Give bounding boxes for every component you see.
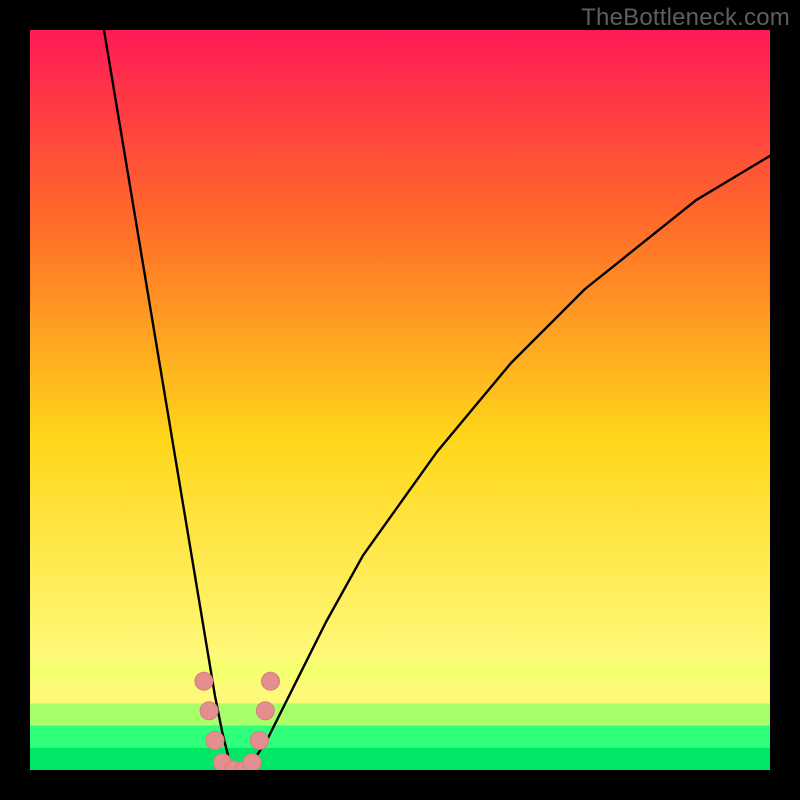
data-marker xyxy=(206,731,224,749)
chart-frame: TheBottleneck.com xyxy=(0,0,800,800)
gradient-band xyxy=(30,748,770,770)
data-marker xyxy=(243,754,261,770)
gradient-band xyxy=(30,726,770,749)
gradient-band xyxy=(30,30,770,659)
gradient-band xyxy=(30,703,770,726)
data-marker xyxy=(262,672,280,690)
plot-area xyxy=(30,30,770,770)
watermark-text: TheBottleneck.com xyxy=(581,4,790,32)
data-marker xyxy=(256,702,274,720)
data-marker xyxy=(195,672,213,690)
gradient-band xyxy=(30,659,770,682)
data-marker xyxy=(200,702,218,720)
data-marker xyxy=(250,731,268,749)
gradient-band xyxy=(30,681,770,704)
chart-svg xyxy=(30,30,770,770)
